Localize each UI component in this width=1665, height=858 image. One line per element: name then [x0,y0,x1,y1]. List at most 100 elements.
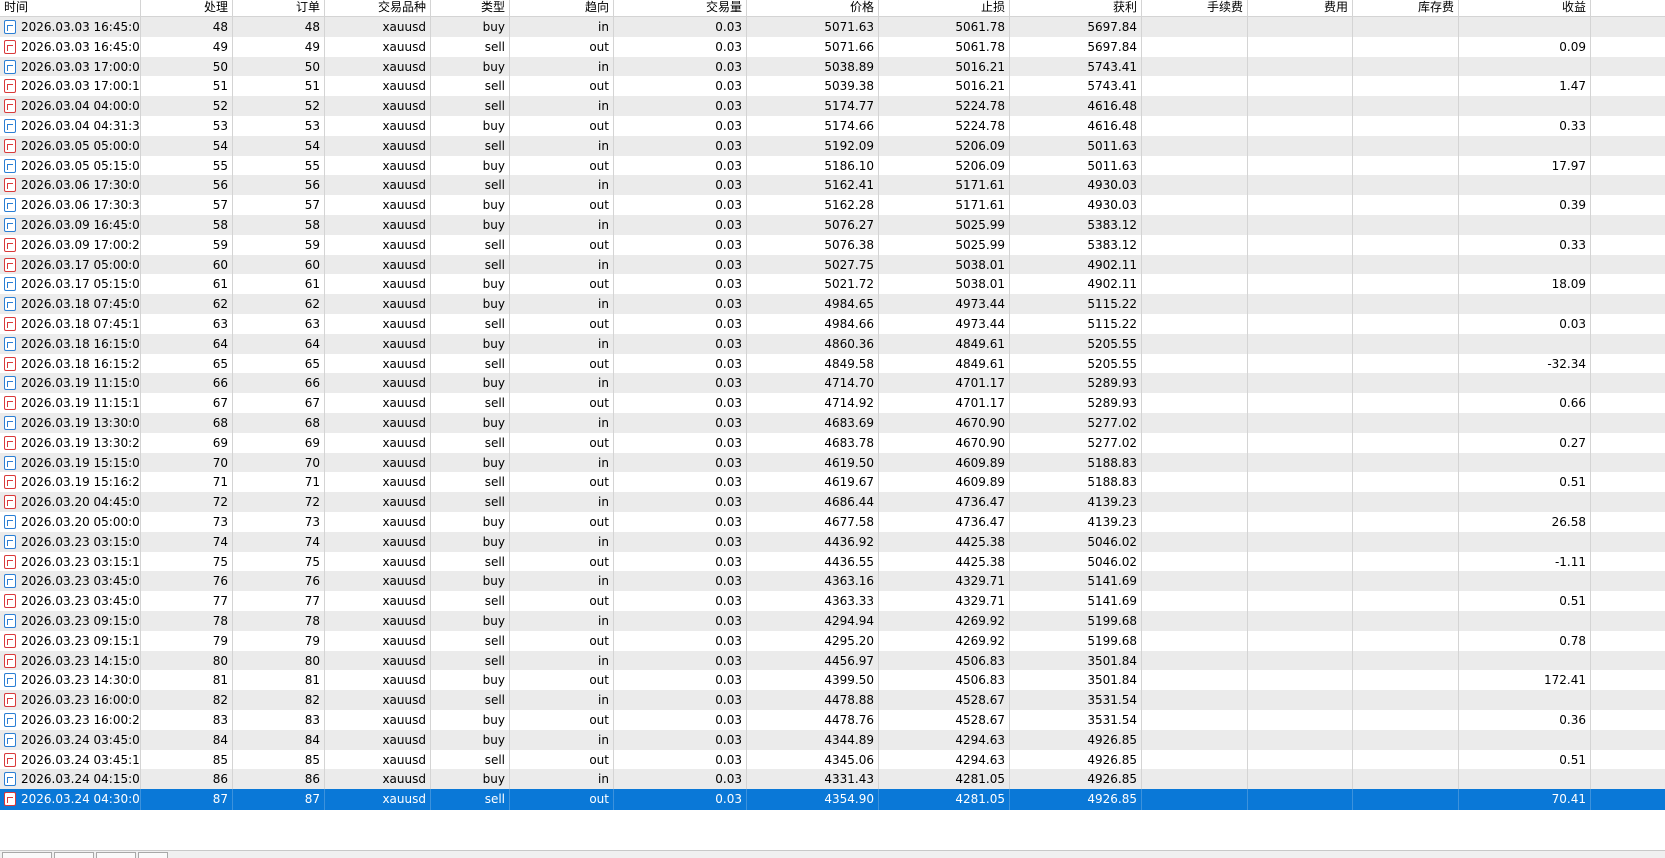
table-row[interactable]: 2026.03.19 13:30:00 68 68 xauusd buy in 0.03 46… [0,413,1665,434]
column-header-commission[interactable]: 手续费 [1142,0,1248,17]
table-row[interactable]: 2026.03.09 16:45:00 58 58 xauusd buy in 0.03 50… [0,215,1665,236]
cell-profit [1459,215,1591,236]
table-row[interactable]: 2026.03.23 16:00:21 83 83 xauusd buy out 0.03 4… [0,710,1665,731]
column-header-tp[interactable]: 获利 [1010,0,1142,17]
deal-time: 2026.03.23 03:45:00 [21,574,141,589]
table-row[interactable]: 2026.03.06 17:30:32 57 57 xauusd buy out 0.03 5… [0,195,1665,217]
table-row[interactable]: 2026.03.23 03:15:00 74 74 xauusd buy in 0.03 44… [0,531,1665,553]
cell-symbol: xauusd [325,215,431,236]
cell-symbol: xauusd [325,116,431,137]
cell-symbol: xauusd [325,413,431,434]
cell-fee [1248,96,1353,118]
table-header: 时间 处理 订单 交易品种 类型 趋向 交易量 价格 止损 获利 手续费 费用 … [0,0,1665,17]
table-row[interactable]: 2026.03.19 11:15:00 66 66 xauusd buy in 0.03 47… [0,373,1665,395]
column-header-order[interactable]: 订单 [233,0,325,17]
cell-price: 4984.65 [747,294,879,316]
cell-tp: 5697.84 [1010,17,1142,38]
table-row[interactable]: 2026.03.24 03:45:18 85 85 xauusd sell out 0.03… [0,749,1665,771]
table-row[interactable]: 2026.03.18 07:45:12 63 63 xauusd sell out 0.03… [0,314,1665,335]
column-header-symbol[interactable]: 交易品种 [325,0,431,17]
table-row[interactable]: 2026.03.24 04:15:00 86 86 xauusd buy in 0.03 43… [0,769,1665,791]
table-row[interactable]: 2026.03.03 17:00:00 50 50 xauusd buy in 0.03 50… [0,56,1665,78]
cell-commission [1142,630,1248,652]
table-row[interactable]: 2026.03.04 04:31:38 53 53 xauusd buy out 0.03 5… [0,116,1665,137]
table-row[interactable]: 2026.03.17 05:15:00 61 61 xauusd buy out 0.03 5… [0,274,1665,296]
table-row[interactable]: 2026.03.19 13:30:29 69 69 xauusd sell out 0.03… [0,432,1665,454]
table-row[interactable]: 2026.03.18 16:15:00 64 64 xauusd buy in 0.03 48… [0,333,1665,355]
table-row[interactable]: 2026.03.23 09:15:00 78 78 xauusd buy in 0.03 42… [0,611,1665,632]
cell-order: 54 [233,135,325,157]
cell-swap [1353,630,1459,652]
table-row[interactable]: 2026.03.05 05:15:00 55 55 xauusd buy out 0.03 5… [0,155,1665,177]
cell-type: sell [431,36,510,58]
cell-volume: 0.03 [614,373,747,395]
cell-tp: 4926.85 [1010,789,1142,811]
cell-profit [1459,650,1591,672]
column-header-time[interactable]: 时间 [0,0,141,17]
cell-direction: out [510,472,614,494]
table-row[interactable]: 2026.03.09 17:00:28 59 59 xauusd sell out 0.03… [0,234,1665,256]
table-row[interactable]: 2026.03.18 07:45:00 62 62 xauusd buy in 0.03 49… [0,294,1665,316]
cell-order: 77 [233,591,325,613]
cell-time: 2026.03.23 16:00:00 [0,690,141,712]
table-row[interactable]: 2026.03.23 16:00:00 82 82 xauusd sell in 0.03 4… [0,690,1665,712]
table-row[interactable]: 2026.03.20 05:00:00 73 73 xauusd buy out 0.03 4… [0,512,1665,533]
table-row[interactable]: 2026.03.05 05:00:00 54 54 xauusd sell in 0.03 5… [0,135,1665,157]
cell-order: 59 [233,234,325,256]
table-row[interactable]: 2026.03.19 11:15:18 67 67 xauusd sell out 0.03… [0,393,1665,415]
bottom-tab-3[interactable] [96,852,136,858]
cell-swap [1353,769,1459,791]
cell-type: sell [431,630,510,652]
column-header-direction[interactable]: 趋向 [510,0,614,17]
cell-price: 5071.63 [747,17,879,38]
table-row[interactable]: 2026.03.19 15:16:29 71 71 xauusd sell out 0.03… [0,472,1665,494]
sell-deal-icon [4,99,16,114]
cell-deal: 56 [141,175,233,197]
column-header-swap[interactable]: 库存费 [1353,0,1459,17]
column-header-profit[interactable]: 收益 [1459,0,1591,17]
table-row[interactable]: 2026.03.20 04:45:00 72 72 xauusd sell in 0.03 4… [0,492,1665,514]
table-row[interactable]: 2026.03.03 16:45:03 49 49 xauusd sell out 0.03… [0,36,1665,58]
column-header-price[interactable]: 价格 [747,0,879,17]
cell-fee [1248,314,1353,335]
table-row[interactable]: 2026.03.03 16:45:00 48 48 xauusd buy in 0.03 50… [0,17,1665,38]
table-row[interactable]: 2026.03.17 05:00:00 60 60 xauusd sell in 0.03 5… [0,254,1665,276]
cell-order: 78 [233,611,325,632]
cell-order: 49 [233,36,325,58]
cell-profit: 0.51 [1459,749,1591,771]
deal-time: 2026.03.19 15:16:29 [21,475,141,490]
bottom-tab-1[interactable] [2,852,52,858]
column-header-type[interactable]: 类型 [431,0,510,17]
table-row[interactable]: 2026.03.23 03:15:16 75 75 xauusd sell out 0.03… [0,551,1665,573]
table-row[interactable]: 2026.03.06 17:30:00 56 56 xauusd sell in 0.03 5… [0,175,1665,197]
cell-type: sell [431,749,510,771]
column-header-volume[interactable]: 交易量 [614,0,747,17]
bottom-tab-2[interactable] [54,852,94,858]
cell-direction: out [510,710,614,731]
table-row[interactable]: 2026.03.23 09:15:17 79 79 xauusd sell out 0.03… [0,630,1665,652]
table-row[interactable]: 2026.03.23 14:30:00 81 81 xauusd buy out 0.03 4… [0,670,1665,692]
cell-price: 4860.36 [747,333,879,355]
column-header-sl[interactable]: 止损 [879,0,1010,17]
table-row[interactable]: 2026.03.23 14:15:00 80 80 xauusd sell in 0.03 4… [0,650,1665,672]
table-row[interactable]: 2026.03.19 15:15:00 70 70 xauusd buy in 0.03 46… [0,452,1665,474]
table-row[interactable]: 2026.03.04 04:00:00 52 52 xauusd sell in 0.03 5… [0,96,1665,118]
cell-filler [1591,175,1665,196]
table-row[interactable]: 2026.03.24 03:45:00 84 84 xauusd buy in 0.03 43… [0,729,1665,751]
cell-sl: 5171.61 [879,175,1010,197]
column-header-fee[interactable]: 费用 [1248,0,1353,17]
table-row[interactable]: 2026.03.18 16:15:27 65 65 xauusd sell out 0.03… [0,353,1665,375]
table-row[interactable]: 2026.03.24 04:30:00 87 87 xauusd sell out 0.03… [0,789,1665,811]
column-header-deal[interactable]: 处理 [141,0,233,17]
table-row[interactable]: 2026.03.03 17:00:18 51 51 xauusd sell out 0.03… [0,76,1665,98]
cell-order: 73 [233,512,325,533]
bottom-tab-4[interactable] [138,852,168,858]
cell-swap [1353,353,1459,375]
table-row[interactable]: 2026.03.23 03:45:00 77 77 xauusd sell out 0.03… [0,591,1665,613]
cell-time: 2026.03.18 16:15:27 [0,353,141,375]
cell-direction: in [510,294,614,316]
cell-fee [1248,215,1353,236]
table-row[interactable]: 2026.03.23 03:45:00 76 76 xauusd buy in 0.03 43… [0,571,1665,593]
cell-swap [1353,611,1459,632]
cell-symbol: xauusd [325,452,431,474]
